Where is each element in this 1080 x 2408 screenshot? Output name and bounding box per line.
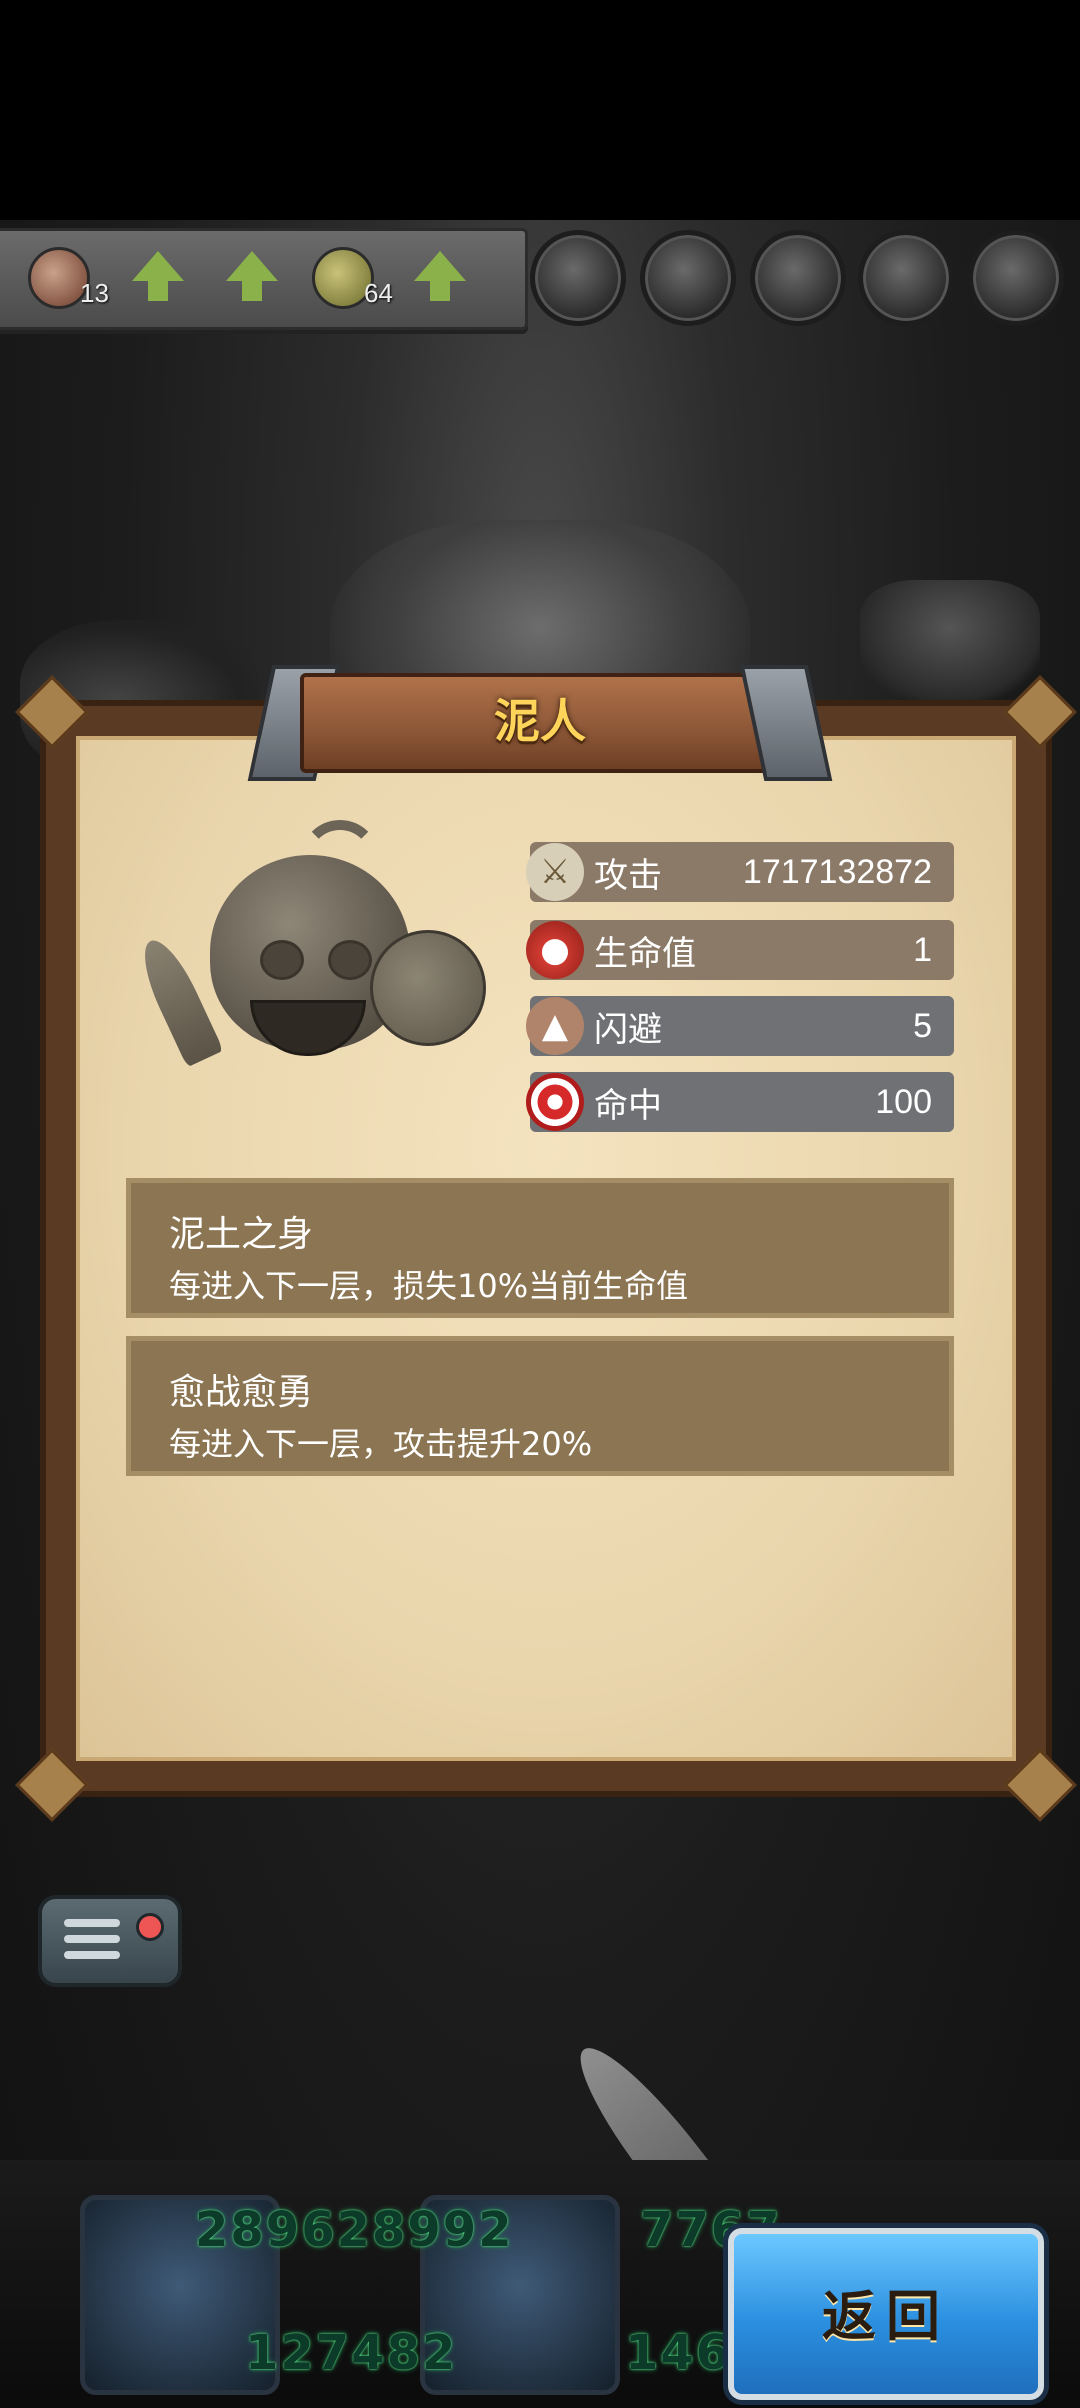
stat-attack: ⚔ 攻击 1717132872 <box>526 842 954 902</box>
stat-hit: 命中 100 <box>526 1072 954 1132</box>
anvil <box>860 580 1040 700</box>
hero-gold: 127482 <box>245 2325 458 2381</box>
up-arrow-icon <box>226 251 278 301</box>
laurel-badge[interactable]: 64 <box>312 243 393 313</box>
hero-gold: 146 <box>625 2325 732 2381</box>
attack-badge-count: 13 <box>80 277 109 308</box>
up-arrow-icon <box>414 251 466 301</box>
menu-line <box>64 1935 120 1943</box>
sword-icon: ⚔ <box>526 843 584 901</box>
target-icon <box>526 1073 584 1131</box>
skill-name: 愈战愈勇 <box>169 1372 314 1413</box>
return-button[interactable]: 返回 <box>728 2228 1044 2400</box>
hero-power: 289628992 <box>195 2202 514 2258</box>
skill-card: 愈战愈勇 每进入下一层，攻击提升20% <box>126 1336 954 1476</box>
skill-name: 泥土之身 <box>169 1214 314 1255</box>
stat-hp: ● 生命值 1 <box>526 920 954 980</box>
helmet-slot-icon[interactable] <box>750 230 846 326</box>
menu-line <box>64 1919 120 1927</box>
potion-icon: ● <box>526 921 584 979</box>
notification-dot <box>136 1913 164 1941</box>
stat-dodge: ▲ 闪避 5 <box>526 996 954 1056</box>
upgrade-arrow-3[interactable] <box>414 243 466 313</box>
monster-name: 泥人 <box>494 694 586 748</box>
monster-mouth <box>250 1000 366 1056</box>
title-banner: 泥人 <box>247 665 833 781</box>
mask-slot-icon[interactable] <box>858 230 954 326</box>
stat-label: 闪避 <box>594 1009 662 1050</box>
monster-eye <box>260 940 304 980</box>
menu-line <box>64 1951 120 1959</box>
stat-label: 命中 <box>594 1085 662 1126</box>
laurel-badge-count: 64 <box>364 277 393 308</box>
menu-button[interactable] <box>38 1895 182 1987</box>
upgrade-arrow-2[interactable] <box>226 243 278 313</box>
boot-icon: ▲ <box>526 997 584 1055</box>
skill-card: 泥土之身 每进入下一层，损失10%当前生命值 <box>126 1178 954 1318</box>
monster-portrait <box>132 820 486 1080</box>
stat-value: 100 <box>875 1082 932 1121</box>
upgrade-arrow-1[interactable] <box>132 243 184 313</box>
face-slot-icon[interactable] <box>968 230 1064 326</box>
attack-badge[interactable]: 13 <box>28 243 109 313</box>
armor-slot-icon[interactable] <box>530 230 626 326</box>
monster-shield <box>370 930 486 1046</box>
upgrade-bar: 13 64 <box>0 228 528 330</box>
stat-value: 1717132872 <box>742 852 932 891</box>
monster-eye <box>328 940 372 980</box>
skill-desc: 每进入下一层，损失10%当前生命值 <box>169 1267 689 1305</box>
skill-desc: 每进入下一层，攻击提升20% <box>169 1425 593 1463</box>
chest-slot-icon[interactable] <box>640 230 736 326</box>
stat-label: 攻击 <box>594 855 662 896</box>
stat-label: 生命值 <box>594 933 696 974</box>
up-arrow-icon <box>132 251 184 301</box>
return-button-label: 返回 <box>822 2285 950 2348</box>
stat-value: 5 <box>913 1006 932 1045</box>
stat-value: 1 <box>913 930 932 969</box>
